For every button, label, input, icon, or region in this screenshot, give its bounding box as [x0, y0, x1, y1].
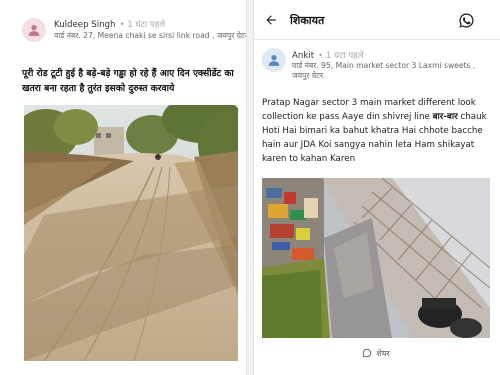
- panel-divider: [246, 0, 254, 375]
- avatar[interactable]: [22, 18, 46, 42]
- author-name[interactable]: Kuldeep Singh: [54, 20, 115, 30]
- right-complaint-screen: शिकायत Ankit • 1 घंटा पहले वार्ड नंबर. 95…: [254, 0, 500, 375]
- complaint-title: पूरी रोड टूटी हुई है बड़े-बड़े गड्ढा हो …: [22, 68, 234, 94]
- arrow-left-icon: [266, 15, 276, 25]
- share-button[interactable]: शेयर: [262, 344, 490, 362]
- whatsapp-icon: [459, 13, 474, 28]
- share-label: शेयर: [376, 348, 390, 358]
- user-icon: [268, 55, 280, 66]
- ward-location: वार्ड नंबर. 27, Meena chaki se sirsi lin…: [54, 31, 248, 40]
- user-icon: [28, 25, 40, 36]
- post-time: • 1 घंटा पहले: [318, 51, 364, 61]
- complaint-description: Pratap Nagar sector 3 main market differ…: [262, 96, 494, 166]
- road-photo[interactable]: [24, 105, 238, 361]
- author-line: Kuldeep Singh • 1 घंटा पहले: [54, 18, 165, 30]
- post-header: Ankit • 1 घंटा पहले वार्ड नंबर. 95, Main …: [262, 44, 498, 84]
- whatsapp-icon: [363, 348, 372, 358]
- app-bar: शिकायत: [254, 0, 500, 40]
- description-bold: बार-बार: [432, 112, 458, 122]
- screen-title: शिकायत: [290, 14, 325, 27]
- back-button[interactable]: [262, 11, 280, 29]
- ward-location: वार्ड नंबर. 95, Main market sector 3 Lax…: [292, 61, 476, 80]
- avatar[interactable]: [262, 48, 286, 72]
- post-header: Kuldeep Singh • 1 घंटा पहले वार्ड नंबर. 2…: [22, 16, 248, 56]
- author-line: Ankit • 1 घंटा पहले: [292, 49, 364, 61]
- author-name[interactable]: Ankit: [292, 51, 314, 61]
- market-photo[interactable]: [262, 178, 490, 338]
- post-time: • 1 घंटा पहले: [119, 20, 166, 30]
- whatsapp-share-button[interactable]: [458, 12, 475, 29]
- left-complaint-card: Kuldeep Singh • 1 घंटा पहले वार्ड नंबर. 2…: [0, 0, 248, 375]
